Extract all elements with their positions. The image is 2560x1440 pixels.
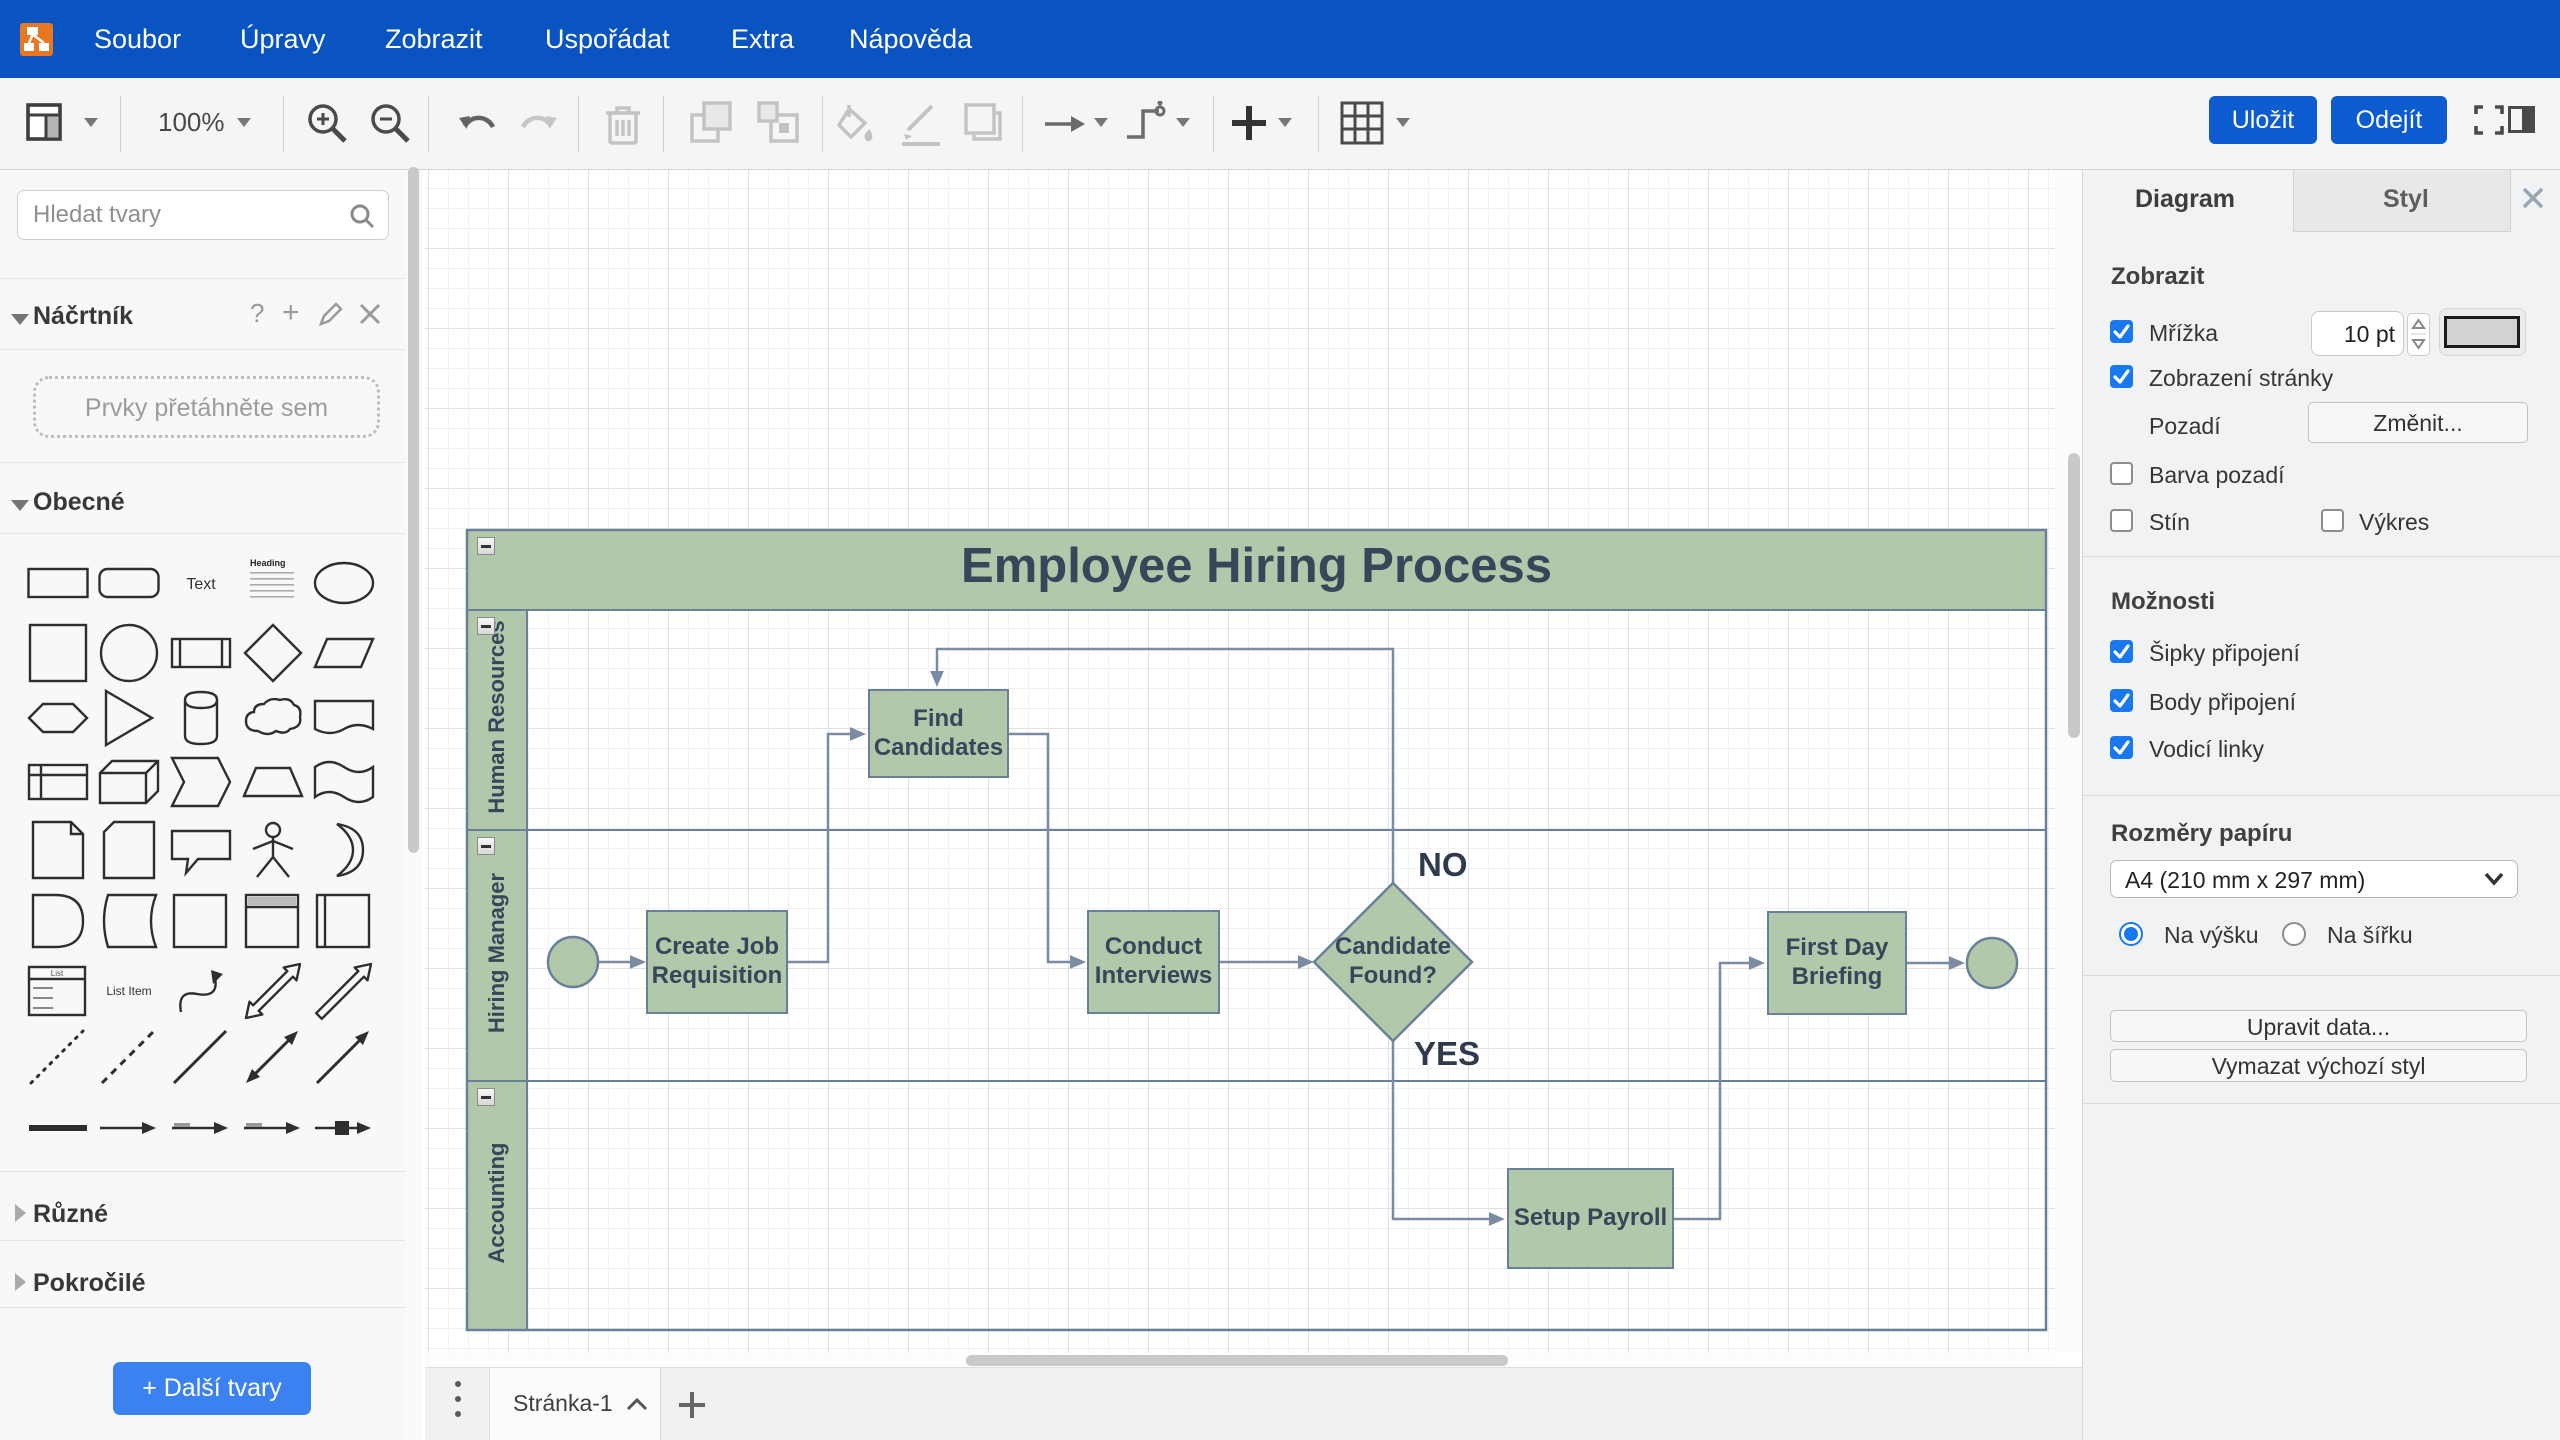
svg-text:List Item: List Item — [107, 984, 152, 998]
svg-text:List: List — [51, 969, 64, 978]
svg-text:Heading: Heading — [250, 558, 286, 568]
svg-text:Text: Text — [186, 576, 216, 593]
